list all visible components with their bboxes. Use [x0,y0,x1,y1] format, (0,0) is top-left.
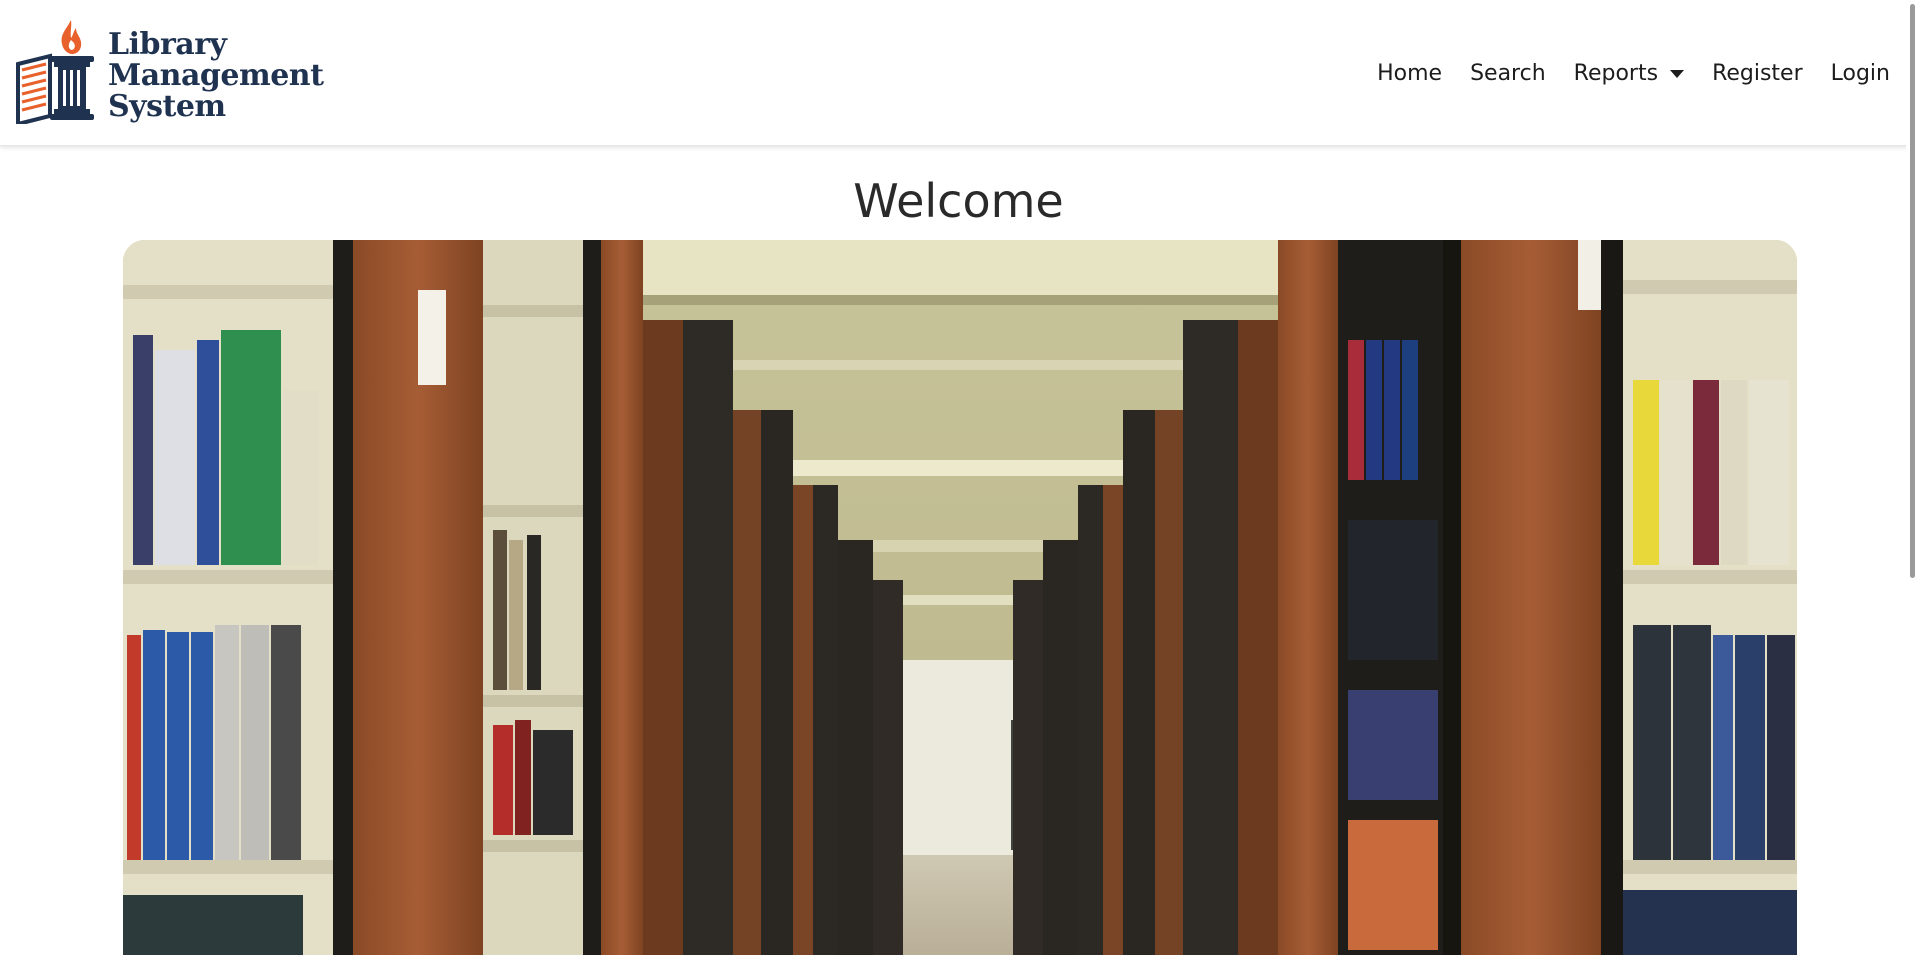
scrollbar-thumb[interactable] [1910,4,1915,578]
brand-title-line2: Management [108,57,324,93]
nav-reports-dropdown[interactable]: Reports [1573,56,1685,92]
top-navbar: Library Management System Home Search Re… [0,0,1917,146]
brand-title-line3: System [108,88,226,124]
brand-title: Library Management System [108,26,324,124]
hero-library-image [123,240,1797,955]
chevron-down-icon [1670,70,1685,78]
page-title: Welcome [853,174,1064,228]
nav-register-link[interactable]: Register [1712,56,1803,92]
brand-home-link[interactable]: Library Management System [16,18,324,124]
library-aisle-illustration [123,240,1797,955]
nav-login-link[interactable]: Login [1831,56,1890,92]
main-nav: Home Search Reports Register Login [1349,56,1890,92]
nav-reports-label: Reports [1573,61,1659,86]
library-logo-icon [16,20,94,124]
page-scrollbar[interactable] [1906,0,1917,955]
brand-title-line1: Library [108,26,227,62]
nav-search-link[interactable]: Search [1470,56,1546,92]
nav-home-link[interactable]: Home [1377,56,1442,92]
